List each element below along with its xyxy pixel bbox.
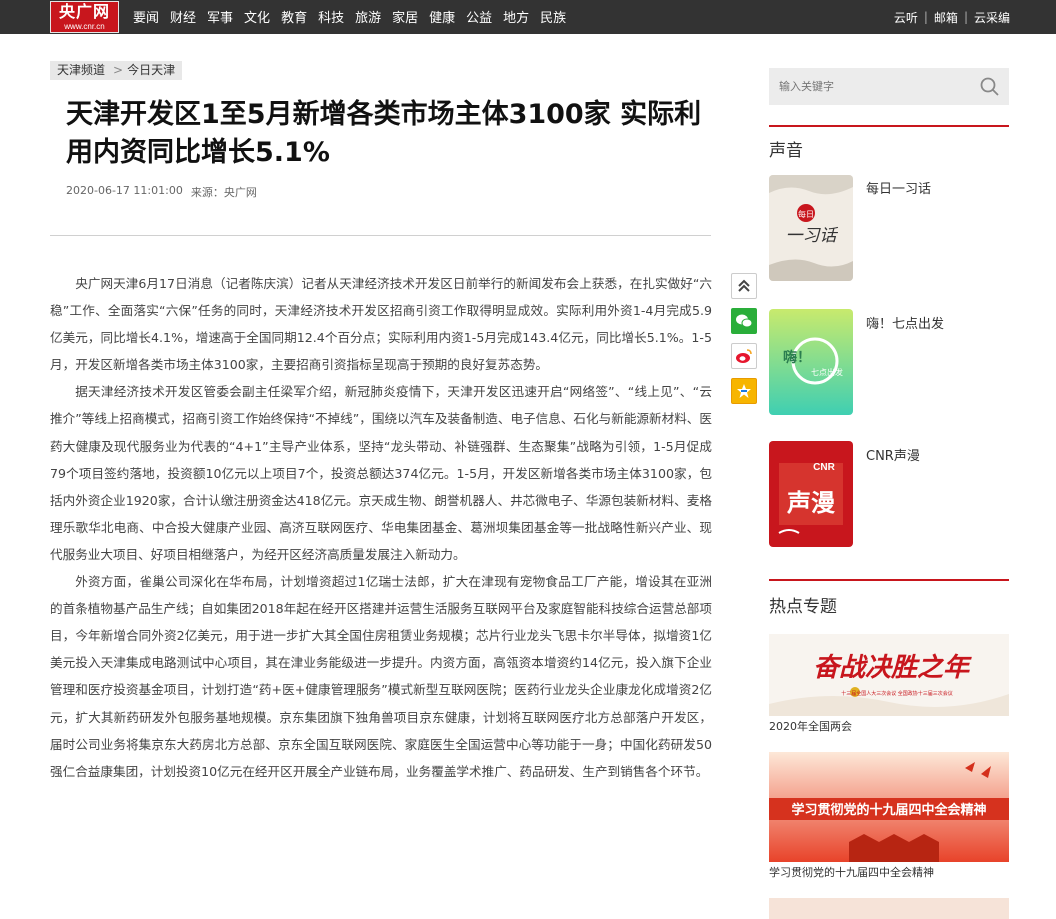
topics-section-title: 热点专题 (769, 597, 837, 617)
banner-sub-text: 十三届全国人大三次会议 全国政协十三届三次会议 (841, 690, 953, 697)
voice-thumb-cnr-shengman[interactable]: CNR 声漫 (769, 441, 853, 547)
separator: | (923, 10, 928, 24)
nav-item[interactable]: 军事 (207, 0, 233, 34)
section-rule (769, 579, 1009, 581)
thumb-big-text: 声漫 (786, 489, 835, 517)
nav-item[interactable]: 家居 (392, 0, 418, 34)
nav-item[interactable]: 地方 (503, 0, 529, 34)
nav-item[interactable]: 公益 (466, 0, 492, 34)
voice-label-cnr-shengman[interactable]: CNR声漫 (866, 445, 920, 464)
logo-main-text: 央广网 (58, 2, 110, 21)
nav-item[interactable]: 要闻 (133, 0, 159, 34)
wechat-icon[interactable] (731, 308, 757, 334)
breadcrumb-section[interactable]: 今日天津 (127, 61, 175, 80)
logo-sub-text: www.cnr.cn (64, 22, 105, 31)
search-box (769, 68, 1009, 105)
voice-section-title: 声音 (769, 141, 803, 161)
breadcrumb-channel[interactable]: 天津频道 (57, 61, 105, 80)
nav-item[interactable]: 民族 (540, 0, 566, 34)
weibo-icon[interactable] (731, 343, 757, 369)
search-icon[interactable] (979, 76, 1001, 98)
thumb-small-text: 七点出发 (811, 367, 843, 377)
search-input[interactable] (769, 68, 969, 105)
topic-banner-partial[interactable] (769, 898, 1009, 919)
article-meta: 2020-06-17 11:01:00 来源：央广网 (66, 184, 257, 200)
nav-item[interactable]: 财经 (170, 0, 196, 34)
link-yunting[interactable]: 云听 (894, 9, 918, 26)
thumb-small-text: CNR (813, 462, 835, 473)
qzone-icon[interactable] (731, 378, 757, 404)
topic-caption-two-sessions[interactable]: 2020年全国两会 (769, 718, 852, 734)
article-datetime: 2020-06-17 11:01:00 (66, 184, 183, 197)
title-divider (50, 235, 711, 236)
voice-thumb-seven-oclock[interactable]: 嗨！ 七点出发 (769, 309, 853, 415)
thumb-small-text: 每日 (798, 209, 814, 219)
breadcrumb: 天津频道 > 今日天津 (50, 61, 183, 80)
voice-thumb-daily-xi[interactable]: 每日 一习话 (769, 175, 853, 281)
link-mail[interactable]: 邮箱 (934, 9, 958, 26)
thumb-big-text: 一习话 (786, 226, 839, 246)
article-paragraph: 央广网天津6月17日消息（记者陈庆滨）记者从天津经济技术开发区日前举行的新闻发布… (50, 276, 712, 373)
topic-banner-two-sessions[interactable]: 奋战决胜之年 十三届全国人大三次会议 全国政协十三届三次会议 (769, 634, 1009, 716)
separator: | (963, 10, 968, 24)
voice-label-daily-xi[interactable]: 每日一习话 (866, 178, 931, 197)
voice-label-seven-oclock[interactable]: 嗨！七点出发 (866, 313, 944, 332)
topic-banner-plenum[interactable]: 学习贯彻党的十九届四中全会精神 (769, 752, 1009, 862)
back-to-top-icon[interactable] (731, 273, 757, 299)
article-title: 天津开发区1至5月新增各类市场主体3100家 实际利用内资同比增长5.1% (66, 99, 702, 168)
article-source: 来源：央广网 (190, 186, 257, 199)
nav-item[interactable]: 文化 (244, 0, 270, 34)
banner-text: 奋战决胜之年 (813, 653, 972, 683)
link-yuncaibian[interactable]: 云采编 (974, 9, 1010, 26)
nav-item[interactable]: 旅游 (355, 0, 381, 34)
thumb-big-text: 嗨！ (783, 349, 811, 366)
breadcrumb-separator: > (113, 63, 124, 77)
nav-item[interactable]: 健康 (429, 0, 455, 34)
main-nav: 要闻 财经 军事 文化 教育 科技 旅游 家居 健康 公益 地方 民族 (133, 0, 577, 34)
topic-caption-plenum[interactable]: 学习贯彻党的十九届四中全会精神 (769, 864, 934, 880)
top-nav-bar: 央广网 www.cnr.cn 要闻 财经 军事 文化 教育 科技 旅游 家居 健康 公益 地方 民族 … (0, 0, 1056, 34)
top-links: 云听 | 邮箱 | 云采编 (894, 0, 1010, 34)
section-rule (769, 125, 1009, 127)
article-paragraph: 外资方面，雀巢公司深化在华布局，计划增资超过1亿瑞士法郎，扩大在津现有宠物食品工… (50, 574, 712, 779)
article-body: 央广网天津6月17日消息（记者陈庆滨）记者从天津经济技术开发区日前举行的新闻发布… (50, 270, 712, 785)
banner-text: 学习贯彻党的十九届四中全会精神 (791, 802, 986, 818)
article-paragraph: 据天津经济技术开发区管委会副主任梁军介绍，新冠肺炎疫情下，天津开发区迅速开启“网… (50, 384, 712, 562)
cnr-logo[interactable]: 央广网 www.cnr.cn (50, 1, 119, 33)
nav-item[interactable]: 科技 (318, 0, 344, 34)
nav-item[interactable]: 教育 (281, 0, 307, 34)
